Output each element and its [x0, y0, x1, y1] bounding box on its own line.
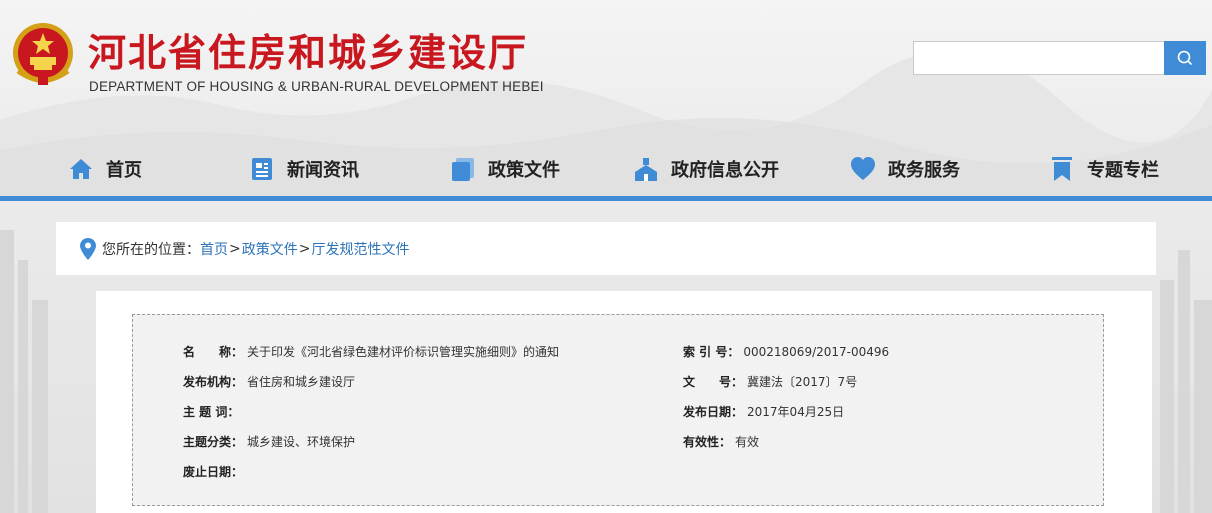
- home-icon: [68, 156, 94, 182]
- nav-news-label: 新闻资讯: [287, 160, 359, 181]
- meta-index-label: 索 引 号：: [683, 345, 740, 359]
- meta-category-label: 主题分类：: [183, 435, 244, 449]
- meta-name-value: 关于印发《河北省绿色建材评价标识管理实施细则》的通知: [247, 345, 560, 359]
- nav-home[interactable]: 首页: [68, 150, 142, 188]
- location-pin-icon: [80, 237, 96, 260]
- site-subtitle: DEPARTMENT OF HOUSING & URBAN-RURAL DEVE…: [89, 79, 544, 94]
- breadcrumb-policy[interactable]: 政策文件: [242, 239, 298, 259]
- meta-expiry-label: 废止日期：: [183, 465, 244, 479]
- nav-news[interactable]: 新闻资讯: [249, 150, 359, 188]
- meta-date-value: 2017年04月25日: [747, 405, 845, 419]
- nav-policy[interactable]: 政策文件: [450, 150, 560, 188]
- breadcrumb: 您所在的位置： 首页 > 政策文件 > 厅发规范性文件: [56, 222, 1156, 275]
- heart-service-icon: [850, 156, 876, 182]
- bookmark-icon: [1049, 156, 1075, 182]
- meta-org-label: 发布机构：: [183, 375, 244, 389]
- nav-info-public-label: 政府信息公开: [671, 160, 779, 181]
- nav-info-public[interactable]: 政府信息公开: [633, 150, 779, 188]
- nav-services[interactable]: 政务服务: [850, 150, 960, 188]
- meta-expiry: 废止日期：: [183, 463, 247, 480]
- news-icon: [249, 156, 275, 182]
- meta-keywords-label: 主 题 词：: [183, 405, 240, 419]
- nav-special[interactable]: 专题专栏: [1049, 150, 1159, 188]
- meta-docno-value: 冀建法〔2017〕7号: [747, 375, 858, 389]
- nav-services-label: 政务服务: [888, 160, 960, 181]
- meta-index: 索 引 号： 000218069/2017-00496: [683, 343, 889, 360]
- info-public-icon: [633, 156, 659, 182]
- document-icon: [450, 156, 476, 182]
- breadcrumb-separator: >: [298, 240, 311, 257]
- search-icon: [1177, 50, 1193, 66]
- nav-home-label: 首页: [106, 160, 142, 181]
- breadcrumb-separator: >: [229, 240, 241, 257]
- meta-org: 发布机构： 省住房和城乡建设厅: [183, 373, 355, 390]
- breadcrumb-prefix: 您所在的位置：: [102, 241, 200, 258]
- search-button[interactable]: [1164, 41, 1206, 75]
- meta-name: 名 称： 关于印发《河北省绿色建材评价标识管理实施细则》的通知: [183, 343, 559, 360]
- breadcrumb-home[interactable]: 首页: [200, 239, 228, 259]
- meta-keywords: 主 题 词：: [183, 403, 243, 420]
- nav-policy-label: 政策文件: [488, 160, 560, 181]
- nav-underline: [0, 196, 1212, 201]
- meta-validity: 有效性： 有效: [683, 433, 759, 450]
- meta-validity-value: 有效: [735, 435, 760, 449]
- meta-docno-label: 文 号：: [683, 375, 744, 389]
- meta-date: 发布日期： 2017年04月25日: [683, 403, 844, 420]
- national-emblem-icon: [13, 23, 73, 85]
- meta-category: 主题分类： 城乡建设、环境保护: [183, 433, 355, 450]
- meta-date-label: 发布日期：: [683, 405, 744, 419]
- breadcrumb-current[interactable]: 厅发规范性文件: [311, 239, 409, 259]
- meta-category-value: 城乡建设、环境保护: [247, 435, 356, 449]
- meta-docno: 文 号： 冀建法〔2017〕7号: [683, 373, 857, 390]
- meta-validity-label: 有效性：: [683, 435, 732, 449]
- meta-index-value: 000218069/2017-00496: [743, 345, 890, 359]
- search-input[interactable]: [913, 41, 1165, 75]
- meta-org-value: 省住房和城乡建设厅: [247, 375, 356, 389]
- site-title[interactable]: 河北省住房和城乡建设厅: [88, 22, 528, 77]
- meta-name-label: 名 称：: [183, 345, 244, 359]
- main-nav: 首页 新闻资讯 政策文件 政府信息公开 政务服务 专题专栏: [0, 150, 1212, 188]
- nav-special-label: 专题专栏: [1087, 160, 1159, 181]
